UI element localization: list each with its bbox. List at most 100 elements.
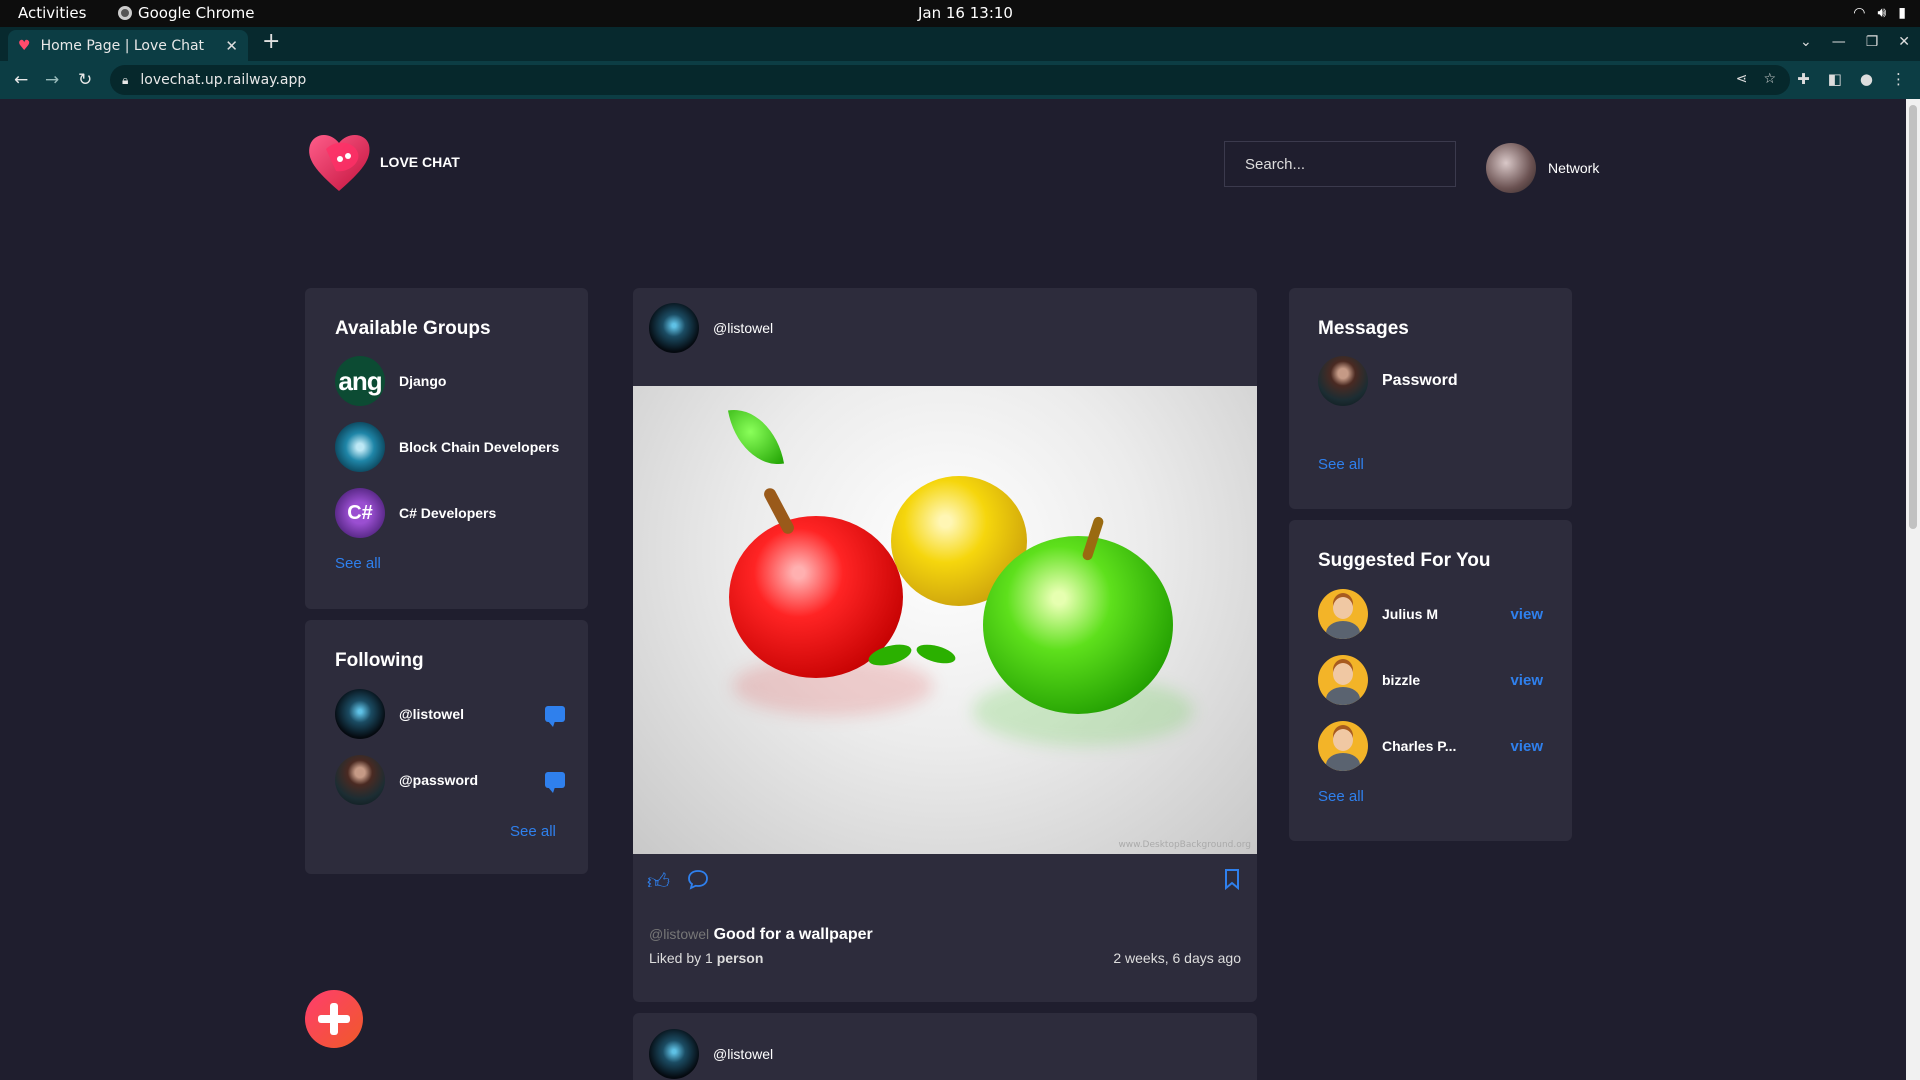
chat-icon[interactable] — [545, 706, 565, 727]
group-name: C# Developers — [399, 505, 497, 521]
following-name: @listowel — [399, 706, 464, 722]
post-caption: @listowel Good for a wallpaper — [649, 926, 873, 944]
following-item-password[interactable]: @password — [335, 755, 565, 805]
profile-icon[interactable]: ● — [1860, 70, 1873, 88]
bookmark-icon[interactable] — [1223, 868, 1241, 890]
post-likes[interactable]: Liked by 1 person — [649, 950, 763, 966]
following-item-listowel[interactable]: @listowel — [335, 689, 565, 739]
activities-button[interactable]: Activities — [18, 4, 86, 22]
wifi-icon: ◠ — [1853, 5, 1866, 21]
logo[interactable]: LOVE CHAT — [306, 131, 460, 193]
leaf — [727, 402, 785, 472]
new-tab-button[interactable]: + — [262, 31, 280, 53]
clock[interactable]: Jan 16 13:10 — [918, 4, 1013, 22]
url-text: lovechat.up.railway.app — [140, 72, 307, 88]
view-button[interactable]: view — [1510, 738, 1543, 755]
avatar — [1318, 721, 1368, 771]
suggested-card: Suggested For You Julius M view bizzle v… — [1289, 520, 1572, 841]
liked-prefix: Liked by — [649, 950, 702, 966]
window-controls: ⌄ — ❐ ✕ — [1800, 34, 1910, 50]
available-groups-card: Available Groups ang Django Block Chain … — [305, 288, 588, 609]
search-input[interactable] — [1224, 141, 1456, 187]
extensions-icon[interactable]: ✚ — [1797, 70, 1810, 88]
groups-title: Available Groups — [335, 318, 491, 339]
messages-title: Messages — [1318, 318, 1409, 339]
system-tray[interactable]: ◠ 🔊︎ ▮ — [1853, 5, 1906, 21]
group-item-django[interactable]: ang Django — [335, 356, 446, 406]
avatar — [1486, 143, 1536, 193]
close-window-icon[interactable]: ✕ — [1898, 34, 1910, 50]
suggested-name: Charles P... — [1382, 738, 1457, 754]
groups-see-all-link[interactable]: See all — [335, 555, 381, 572]
app-menu[interactable]: Google Chrome — [118, 4, 255, 22]
plus-icon — [316, 1001, 352, 1037]
avatar — [1318, 356, 1368, 406]
tab-title: Home Page | Love Chat — [40, 37, 205, 54]
tab-strip: ♥ Home Page | Love Chat ✕ — [0, 27, 1920, 61]
network-profile-link[interactable]: Network — [1486, 143, 1599, 193]
suggested-name: bizzle — [1382, 672, 1421, 688]
forward-icon[interactable]: → — [45, 70, 59, 90]
battery-icon: ▮ — [1898, 5, 1906, 21]
message-name: Password — [1382, 372, 1458, 389]
side-panel-icon[interactable]: ◧ — [1828, 70, 1842, 88]
comment-icon[interactable] — [687, 868, 709, 890]
avatar — [649, 1029, 699, 1079]
restore-icon[interactable]: ❐ — [1866, 34, 1879, 50]
suggested-item-julius: Julius M view — [1318, 589, 1543, 639]
back-icon[interactable]: ← — [14, 70, 28, 90]
post-author-name: @listowel — [713, 320, 774, 336]
like-icon[interactable]: 👍︎ — [647, 868, 670, 895]
view-button[interactable]: view — [1510, 672, 1543, 689]
scrollbar-thumb[interactable] — [1909, 105, 1917, 529]
liked-count: 1 — [705, 950, 713, 966]
volume-icon: 🔊︎ — [1877, 5, 1887, 21]
post-author[interactable]: @listowel — [649, 303, 773, 353]
profile-label: Network — [1548, 160, 1600, 176]
messages-card: Messages Password See all — [1289, 288, 1572, 509]
chat-icon[interactable] — [545, 772, 565, 793]
os-top-bar: Activities Google Chrome Jan 16 13:10 ◠ … — [0, 0, 1920, 27]
tab-search-icon[interactable]: ⌄ — [1800, 34, 1812, 50]
suggested-title: Suggested For You — [1318, 550, 1491, 571]
chrome-icon — [118, 6, 132, 20]
suggested-name: Julius M — [1382, 606, 1439, 622]
page-scrollbar[interactable] — [1906, 99, 1920, 1080]
messages-see-all-link[interactable]: See all — [1318, 456, 1364, 473]
green-apple — [983, 536, 1173, 714]
following-card: Following @listowel @password See all — [305, 620, 588, 874]
csharp-avatar: C# — [335, 488, 385, 538]
chrome-menu-icon[interactable]: ⋮ — [1891, 70, 1906, 88]
avatar — [649, 303, 699, 353]
following-see-all-link[interactable]: See all — [510, 823, 556, 840]
view-button[interactable]: view — [1510, 606, 1543, 623]
suggested-see-all-link[interactable]: See all — [1318, 788, 1364, 805]
avatar — [335, 689, 385, 739]
close-tab-icon[interactable]: ✕ — [225, 37, 238, 55]
bookmark-star-icon[interactable]: ☆ — [1763, 71, 1776, 87]
reload-icon[interactable]: ↻ — [78, 70, 92, 90]
tab-home-page[interactable]: ♥ Home Page | Love Chat ✕ — [8, 30, 248, 61]
django-avatar: ang — [335, 356, 385, 406]
post-image[interactable]: www.DesktopBackground.org — [633, 386, 1257, 854]
add-post-button[interactable] — [305, 990, 363, 1048]
following-title: Following — [335, 650, 424, 671]
caption-user[interactable]: @listowel — [649, 926, 709, 942]
post-author[interactable]: @listowel — [649, 1029, 773, 1079]
heart-favicon-icon: ♥ — [18, 37, 31, 54]
image-watermark: www.DesktopBackground.org — [1118, 840, 1251, 850]
avatar — [1318, 589, 1368, 639]
post-timestamp: 2 weeks, 6 days ago — [1113, 950, 1241, 966]
following-name: @password — [399, 772, 479, 788]
post-card: @listowel — [633, 1013, 1257, 1080]
liked-suffix: person — [716, 950, 764, 966]
group-item-csharp[interactable]: C# C# Developers — [335, 488, 496, 538]
heart-logo-icon — [309, 134, 370, 191]
minimize-icon[interactable]: — — [1832, 34, 1846, 50]
message-item-password[interactable]: Password — [1318, 356, 1458, 406]
share-icon[interactable]: ⋖ — [1736, 71, 1748, 87]
group-item-block-chain[interactable]: Block Chain Developers — [335, 422, 559, 472]
address-bar[interactable]: 🔒︎ lovechat.up.railway.app ⋖ ☆ — [110, 65, 1790, 95]
logo-text: LOVE CHAT — [380, 154, 460, 170]
avatar — [335, 755, 385, 805]
